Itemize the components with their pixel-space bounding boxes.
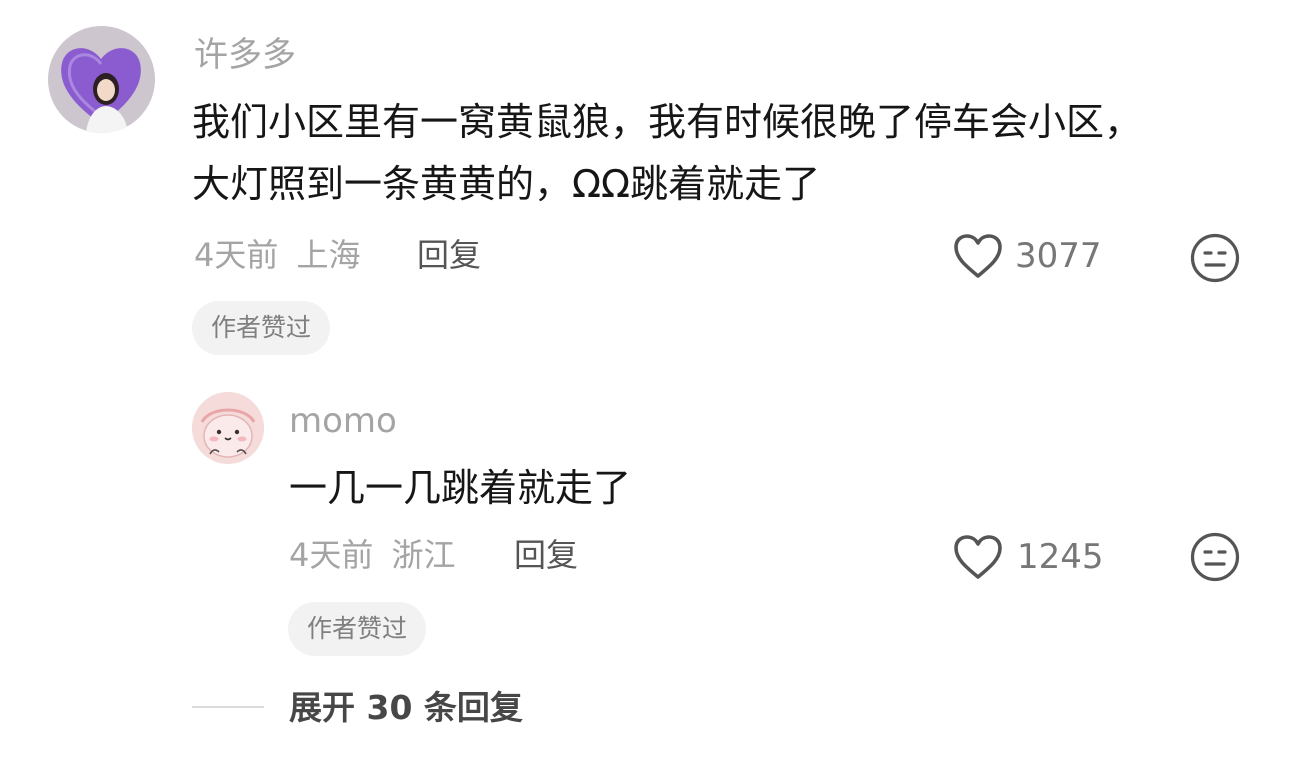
reply-avatar[interactable] — [192, 392, 264, 464]
reply-time: 4天前 — [289, 536, 374, 574]
author-liked-badge: 作者赞过 — [192, 301, 331, 355]
reply-location: 浙江 — [391, 536, 456, 574]
reply-username[interactable]: momo — [289, 401, 397, 441]
comment-text-line-1: 我们小区里有一窝黄鼠狼，我有时候很晚了停车会小区， — [192, 100, 1143, 144]
comment-reply-button[interactable]: 回复 — [417, 235, 481, 275]
heart-outline-icon — [952, 232, 1004, 280]
reply-text: 一几一几跳着就走了 — [289, 466, 632, 510]
avatar[interactable] — [48, 26, 155, 133]
comment-text: 我们小区里有一窝黄鼠狼，我有时候很晚了停车会小区， 大灯照到一条黄黄的，ΩΩ跳着… — [192, 91, 1142, 215]
meh-face-icon[interactable] — [1189, 232, 1241, 284]
reply-meta: 4天前 浙江 — [289, 535, 456, 575]
comment-username[interactable]: 许多多 — [194, 35, 296, 75]
expand-replies-button[interactable]: 展开 30 条回复 — [289, 688, 523, 728]
comment-like-button[interactable]: 3077 — [952, 232, 1102, 280]
comment-time: 4天前 — [194, 236, 279, 274]
comment-location: 上海 — [296, 236, 361, 274]
heart-outline-icon — [952, 533, 1004, 581]
comment-meta: 4天前 上海 — [194, 235, 361, 275]
comment-text-line-2: 大灯照到一条黄黄的，ΩΩ跳着就走了 — [192, 162, 821, 206]
reply-like-count: 1245 — [1017, 537, 1104, 577]
meh-face-icon[interactable] — [1189, 531, 1241, 583]
author-liked-badge: 作者赞过 — [288, 602, 427, 656]
comment-like-count: 3077 — [1015, 236, 1102, 276]
reply-like-button[interactable]: 1245 — [952, 533, 1104, 581]
expand-divider — [192, 706, 264, 708]
reply-reply-button[interactable]: 回复 — [514, 535, 578, 575]
